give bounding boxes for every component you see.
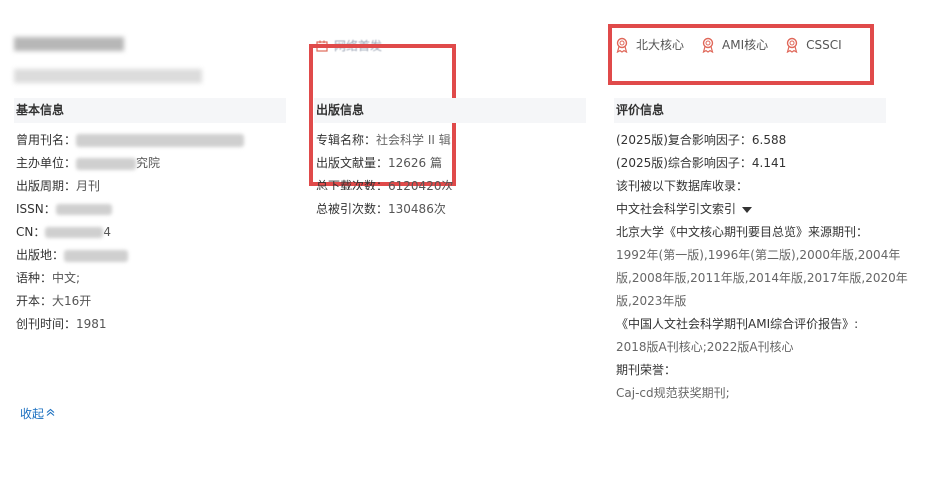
pub-downloads: 总下载次数：6120420次: [316, 177, 454, 193]
place-redacted: [64, 249, 129, 262]
eval-honor-value: Caj-cd规范获奖期刊;: [616, 386, 730, 400]
field-label: (2025版)综合影响因子：: [616, 156, 752, 170]
field-value: 6120420次: [388, 179, 454, 193]
basic-period: 出版周期：月刊: [16, 177, 100, 194]
eval-pku-line2: 版,2008年版,2011年版,2014年版,2017年版,2020年: [616, 271, 908, 285]
basic-former-name: 曾用刊名：: [16, 131, 245, 148]
pub-volume: 出版文献量：12626 篇: [316, 154, 442, 171]
award-icon: [700, 37, 716, 53]
field-value: 12626 篇: [388, 156, 443, 170]
field-label: ISSN：: [16, 202, 56, 216]
badge-label: 北大核心: [636, 38, 685, 52]
eval-pku-line1: 1992年(第一版),1996年(第二版),2000年版,2004年: [616, 248, 901, 262]
field-value: 大16开: [52, 294, 92, 308]
sponsor-redacted: [76, 157, 137, 170]
eval-ami-title: 《中国人文社会科学期刊AMI综合评价报告》:: [616, 317, 859, 331]
eval-pku-line3: 版,2023年版: [616, 294, 687, 308]
field-label: CN：: [16, 225, 46, 239]
field-value: 社会科学 II 辑: [376, 133, 451, 147]
field-label: 曾用刊名：: [16, 133, 77, 147]
field-value: 1981: [76, 317, 107, 331]
field-label: 出版地：: [16, 248, 65, 262]
field-value: 130486次: [388, 202, 446, 216]
collapse-button[interactable]: 收起: [20, 405, 55, 422]
eval-db-intro: 该刊被以下数据库收录：: [616, 179, 749, 193]
issn-redacted: [55, 204, 112, 215]
cn-redacted: [45, 227, 104, 238]
former-name-redacted: [76, 134, 245, 147]
basic-place: 出版地：: [16, 246, 129, 263]
double-chevron-up-icon: [46, 408, 55, 420]
field-label: 创刊时间：: [16, 317, 77, 331]
basic-sponsor: 主办单位： 究院: [16, 154, 160, 171]
basic-issn: ISSN：: [16, 200, 112, 217]
badge-cssci[interactable]: CSSCI: [784, 37, 842, 53]
journal-title-redacted: [14, 37, 124, 51]
field-value: 中文;: [52, 271, 81, 285]
award-icon: [784, 37, 800, 53]
field-label: 专辑名称：: [316, 133, 377, 147]
eval-ami-value: 2018版A刊核心;2022版A刊核心: [616, 340, 794, 354]
field-label: 总被引次数：: [316, 202, 389, 216]
pub-album: 专辑名称：社会科学 II 辑: [316, 131, 451, 148]
section-header-basic: 基本信息: [14, 98, 286, 123]
eval-db-select[interactable]: 中文社会科学引文索引: [616, 200, 753, 217]
field-value: 6.588: [751, 133, 787, 147]
field-label: 语种：: [16, 271, 53, 285]
calendar-icon: [316, 40, 328, 52]
basic-founded: 创刊时间：1981: [16, 315, 107, 332]
field-label: 总下载次数：: [316, 179, 389, 193]
basic-language: 语种：中文;: [16, 269, 80, 286]
field-value: 4.141: [751, 156, 787, 170]
section-header-publication: 出版信息: [314, 98, 586, 123]
field-label: 开本：: [16, 294, 53, 308]
badge-ami-core[interactable]: AMI核心: [700, 36, 768, 53]
field-value: 月刊: [76, 179, 101, 193]
field-label: 主办单位：: [16, 156, 77, 170]
journal-subtitle-redacted: [14, 69, 202, 83]
badge-label: AMI核心: [722, 38, 769, 52]
basic-format: 开本：大16开: [16, 292, 91, 309]
eval-composite-if: (2025版)复合影响因子：6.588: [616, 131, 786, 148]
highlight-box-badges: [608, 24, 874, 85]
network-first-flag[interactable]: 网络首发: [316, 37, 382, 54]
db-select-label: 中文社会科学引文索引: [616, 202, 737, 216]
field-label: 出版文献量：: [316, 156, 389, 170]
sponsor-suffix: 究院: [136, 156, 161, 170]
core-badges: 北大核心 AMI核心 CSSCI: [614, 36, 842, 53]
field-label: (2025版)复合影响因子：: [616, 133, 752, 147]
award-icon: [614, 37, 630, 53]
badge-label: CSSCI: [806, 37, 842, 52]
network-first-label: 网络首发: [334, 39, 383, 53]
eval-pku-title: 北京大学《中文核心期刊要目总览》来源期刊：: [616, 225, 869, 239]
field-label: 出版周期：: [16, 179, 77, 193]
eval-comprehensive-if: (2025版)综合影响因子：4.141: [616, 154, 786, 171]
cn-suffix: 4: [103, 225, 111, 239]
basic-cn: CN： 4: [16, 223, 111, 240]
badge-pku-core[interactable]: 北大核心: [614, 36, 684, 53]
section-header-evaluation: 评价信息: [614, 98, 886, 123]
collapse-label: 收起: [20, 407, 45, 421]
pub-citations: 总被引次数：130486次: [316, 200, 446, 217]
caret-down-icon: [742, 206, 753, 213]
eval-honor-title: 期刊荣誉：: [616, 363, 677, 377]
